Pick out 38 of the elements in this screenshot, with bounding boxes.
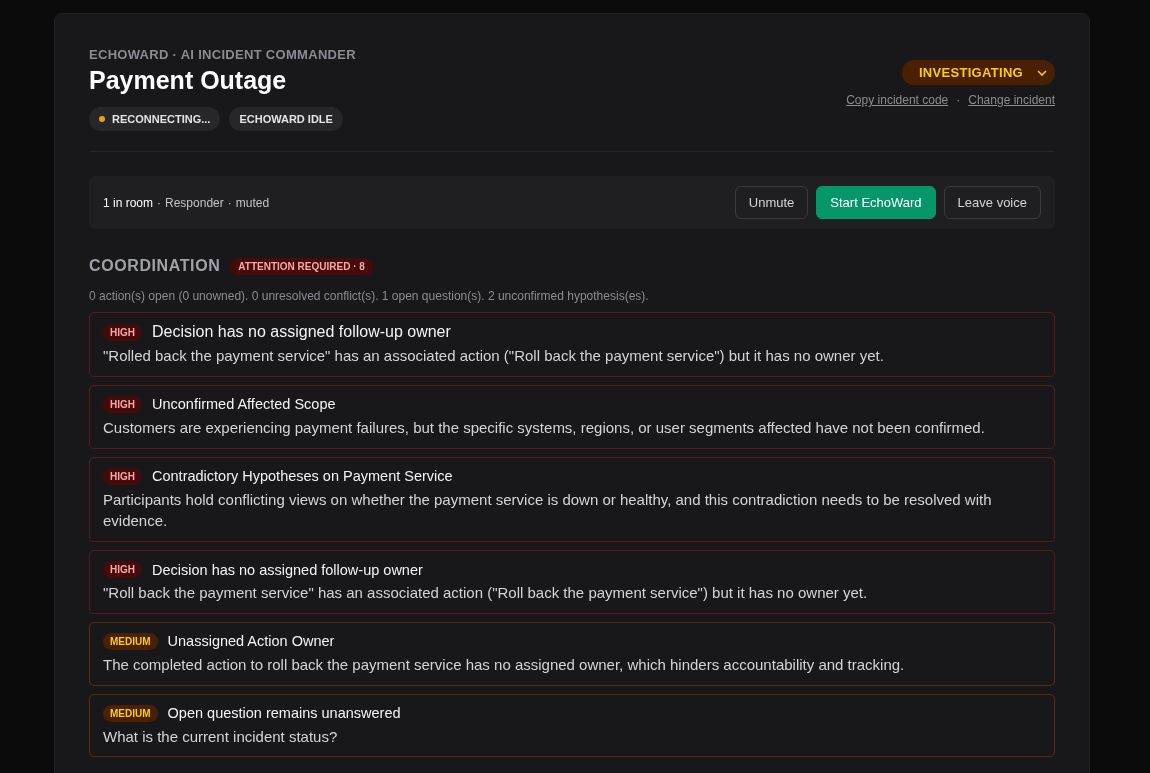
severity-badge: HIGH — [103, 467, 142, 485]
severity-badge: HIGH — [103, 323, 142, 341]
room-status: 1 in room — [103, 195, 154, 210]
issue-title: Unconfirmed Affected Scope — [152, 396, 336, 413]
issue-detail: "Rolled back the payment service" has an associated action ("Roll back the payment service") but it has no owner yet. — [103, 346, 885, 366]
issue-detail: Customers are experiencing payment failures, but the specific systems, regions, or user segments affected have not been confirmed. — [103, 417, 986, 438]
voice-button[interactable]: Leave voice — [943, 186, 1041, 219]
room-status: Responder — [165, 195, 224, 210]
issue-detail: What is the current incident status? — [103, 726, 339, 747]
issue-title: Open question remains unanswered — [167, 705, 401, 721]
severity-badge: MEDIUM — [103, 704, 158, 722]
incident-title: Payment Outage — [89, 66, 288, 95]
issue-detail: Participants hold conflicting views on whether the payment service is down or healthy, and this contradiction needs to be resolved with evidence. — [103, 489, 993, 532]
voice-button[interactable]: Start EchoWard — [816, 186, 936, 219]
separator-dot: · — [956, 93, 961, 107]
issue-title: Decision has no assigned follow-up owner — [152, 323, 451, 341]
separator-dot: · — [227, 195, 232, 210]
issue-title: Contradictory Hypotheses on Payment Service — [152, 468, 453, 484]
issue-detail: "Roll back the payment service" has an associated action ("Roll back the payment service") but it has no owner yet. — [103, 583, 869, 603]
section-heading: COORDINATION — [89, 257, 221, 275]
status-select[interactable]: INVESTIGATING — [901, 60, 1055, 85]
incident-link[interactable]: Copy incident code — [846, 93, 949, 107]
incident-link[interactable]: Change incident — [968, 93, 1055, 107]
issue-title: Unassigned Action Owner — [167, 633, 335, 650]
status-chip: ECHOWARD IDLE — [229, 107, 343, 131]
coordination-summary: 0 action(s) open (0 unowned). 0 unresolved conflict(s). 1 open question(s). 2 unconfirmed hypothesis(es). — [89, 289, 650, 303]
severity-badge: HIGH — [103, 561, 142, 578]
app-eyebrow: ECHOWARD · AI INCIDENT COMMANDER — [89, 47, 356, 62]
severity-badge: HIGH — [103, 395, 142, 413]
status-chip: RECONNECTING... — [89, 107, 221, 131]
separator-dot: · — [157, 195, 162, 210]
caret-icon — [1037, 69, 1047, 76]
issue-title: Decision has no assigned follow-up owner — [152, 561, 423, 578]
issue-detail: The completed action to roll back the payment service has no assigned owner, which hinders accountability and tracking. — [103, 654, 906, 675]
voice-button[interactable]: Unmute — [734, 186, 809, 219]
severity-badge: MEDIUM — [103, 632, 158, 650]
attention-badge: ATTENTION REQUIRED · 8 — [230, 257, 373, 275]
room-status: muted — [235, 195, 270, 210]
